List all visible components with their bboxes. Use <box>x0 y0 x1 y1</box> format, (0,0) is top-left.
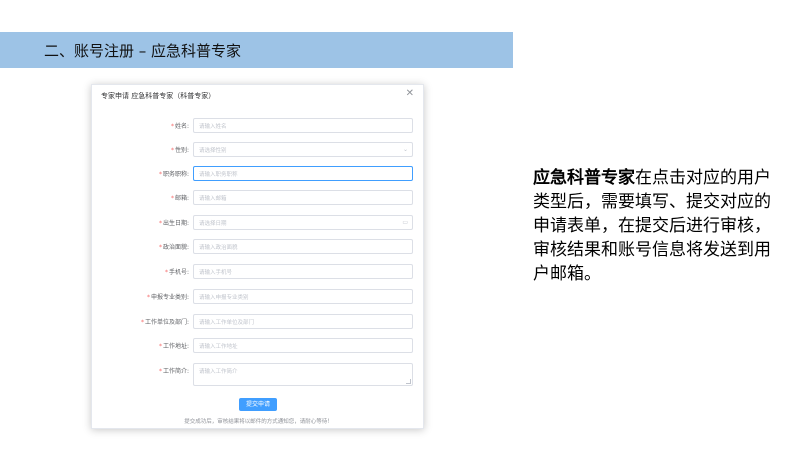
required-mark: * <box>158 343 162 350</box>
required-mark: * <box>170 147 174 154</box>
work-intro-textarea[interactable]: 请输入工作简介 <box>193 363 413 386</box>
form-row-birthdate: *出生日期: 请选择日期 ▭ <box>92 215 425 230</box>
close-icon[interactable]: ✕ <box>406 89 414 99</box>
job-title-input[interactable]: 请输入职务职称 <box>193 166 413 181</box>
field-label: *出生日期: <box>158 220 189 227</box>
field-label: *工作地址: <box>158 343 189 350</box>
form-row-intro: *工作简介: 请输入工作简介 <box>92 363 425 386</box>
workplace-input[interactable]: 请输入工作单位及部门 <box>193 314 413 329</box>
field-label: *职务职称: <box>158 171 189 178</box>
field-label: *手机号: <box>164 269 189 276</box>
required-mark: * <box>170 123 174 130</box>
birthdate-placeholder: 请选择日期 <box>199 221 227 227</box>
form-row-address: *工作地址: 请输入工作地址 <box>92 338 425 353</box>
political-placeholder: 请输入政治面貌 <box>199 245 238 251</box>
birthdate-picker[interactable]: 请选择日期 ▭ <box>193 215 413 230</box>
required-mark: * <box>158 220 162 227</box>
required-mark: * <box>140 319 144 326</box>
form-row-phone: *手机号: 请输入手机号 <box>92 264 425 279</box>
field-label: *姓名: <box>170 123 189 130</box>
dialog-title: 专家申请 应急科普专家（科普专家） <box>101 92 216 100</box>
email-field[interactable]: 请输入邮箱 <box>193 190 413 205</box>
phone-placeholder: 请输入手机号 <box>199 270 233 276</box>
resize-handle-icon[interactable] <box>406 379 411 384</box>
required-mark: * <box>158 368 162 375</box>
form-row-workplace: *工作单位及部门: 请输入工作单位及部门 <box>92 314 425 329</box>
email-placeholder: 请输入邮箱 <box>199 196 227 202</box>
submit-application-button[interactable]: 提交申请 <box>239 398 277 411</box>
gender-select[interactable]: 请选择性别 ⌄ <box>193 142 413 157</box>
form-row-category: *申报专业类别: 请输入申报专业类别 <box>92 289 425 304</box>
slide: 二、账号注册 – 应急科普专家 专家申请 应急科普专家（科普专家） ✕ *姓名:… <box>0 0 800 450</box>
intro-placeholder: 请输入工作简介 <box>199 369 238 375</box>
required-mark: * <box>146 294 150 301</box>
form-row-title: *职务职称: 请输入职务职称 <box>92 166 425 181</box>
phone-input[interactable]: 请输入手机号 <box>193 264 413 279</box>
expert-application-dialog: 专家申请 应急科普专家（科普专家） ✕ *姓名: 请输入姓名 *性别: 请选择性… <box>91 84 424 429</box>
field-label: *申报专业类别: <box>146 294 189 301</box>
specialty-category-input[interactable]: 请输入申报专业类别 <box>193 289 413 304</box>
form-row-political: *政治面貌: 请输入政治面貌 <box>92 239 425 254</box>
form-row-gender: *性别: 请选择性别 ⌄ <box>92 142 425 157</box>
form-row-email: *邮箱: 请输入邮箱 <box>92 190 425 205</box>
political-status-input[interactable]: 请输入政治面貌 <box>193 239 413 254</box>
section-title: 二、账号注册 – 应急科普专家 <box>44 42 242 60</box>
name-placeholder: 请输入姓名 <box>199 124 227 130</box>
description-highlight: 应急科普专家 <box>533 168 635 188</box>
field-label: *政治面貌: <box>158 244 189 251</box>
form-row-name: *姓名: 请输入姓名 <box>92 118 425 133</box>
required-mark: * <box>170 195 174 202</box>
gender-placeholder: 请选择性别 <box>199 148 227 154</box>
chevron-down-icon: ⌄ <box>402 146 408 153</box>
category-placeholder: 请输入申报专业类别 <box>199 295 249 301</box>
work-address-input[interactable]: 请输入工作地址 <box>193 338 413 353</box>
required-mark: * <box>158 171 162 178</box>
submit-notice: 提交成功后，审核结果将以邮件的方式通知您，请耐心等待！ <box>184 419 333 425</box>
workplace-placeholder: 请输入工作单位及部门 <box>199 320 255 326</box>
address-placeholder: 请输入工作地址 <box>199 344 238 350</box>
required-mark: * <box>164 269 168 276</box>
description-text: 应急科普专家在点击对应的用户类型后，需要填写、提交对应的申请表单，在提交后进行审… <box>533 166 778 286</box>
field-label: *邮箱: <box>170 195 189 202</box>
field-label: *性别: <box>170 147 189 154</box>
job-title-placeholder: 请输入职务职称 <box>199 172 238 178</box>
name-input[interactable]: 请输入姓名 <box>193 118 413 133</box>
field-label: *工作简介: <box>158 368 189 375</box>
field-label: *工作单位及部门: <box>140 319 189 326</box>
calendar-icon: ▭ <box>402 219 408 226</box>
required-mark: * <box>158 244 162 251</box>
